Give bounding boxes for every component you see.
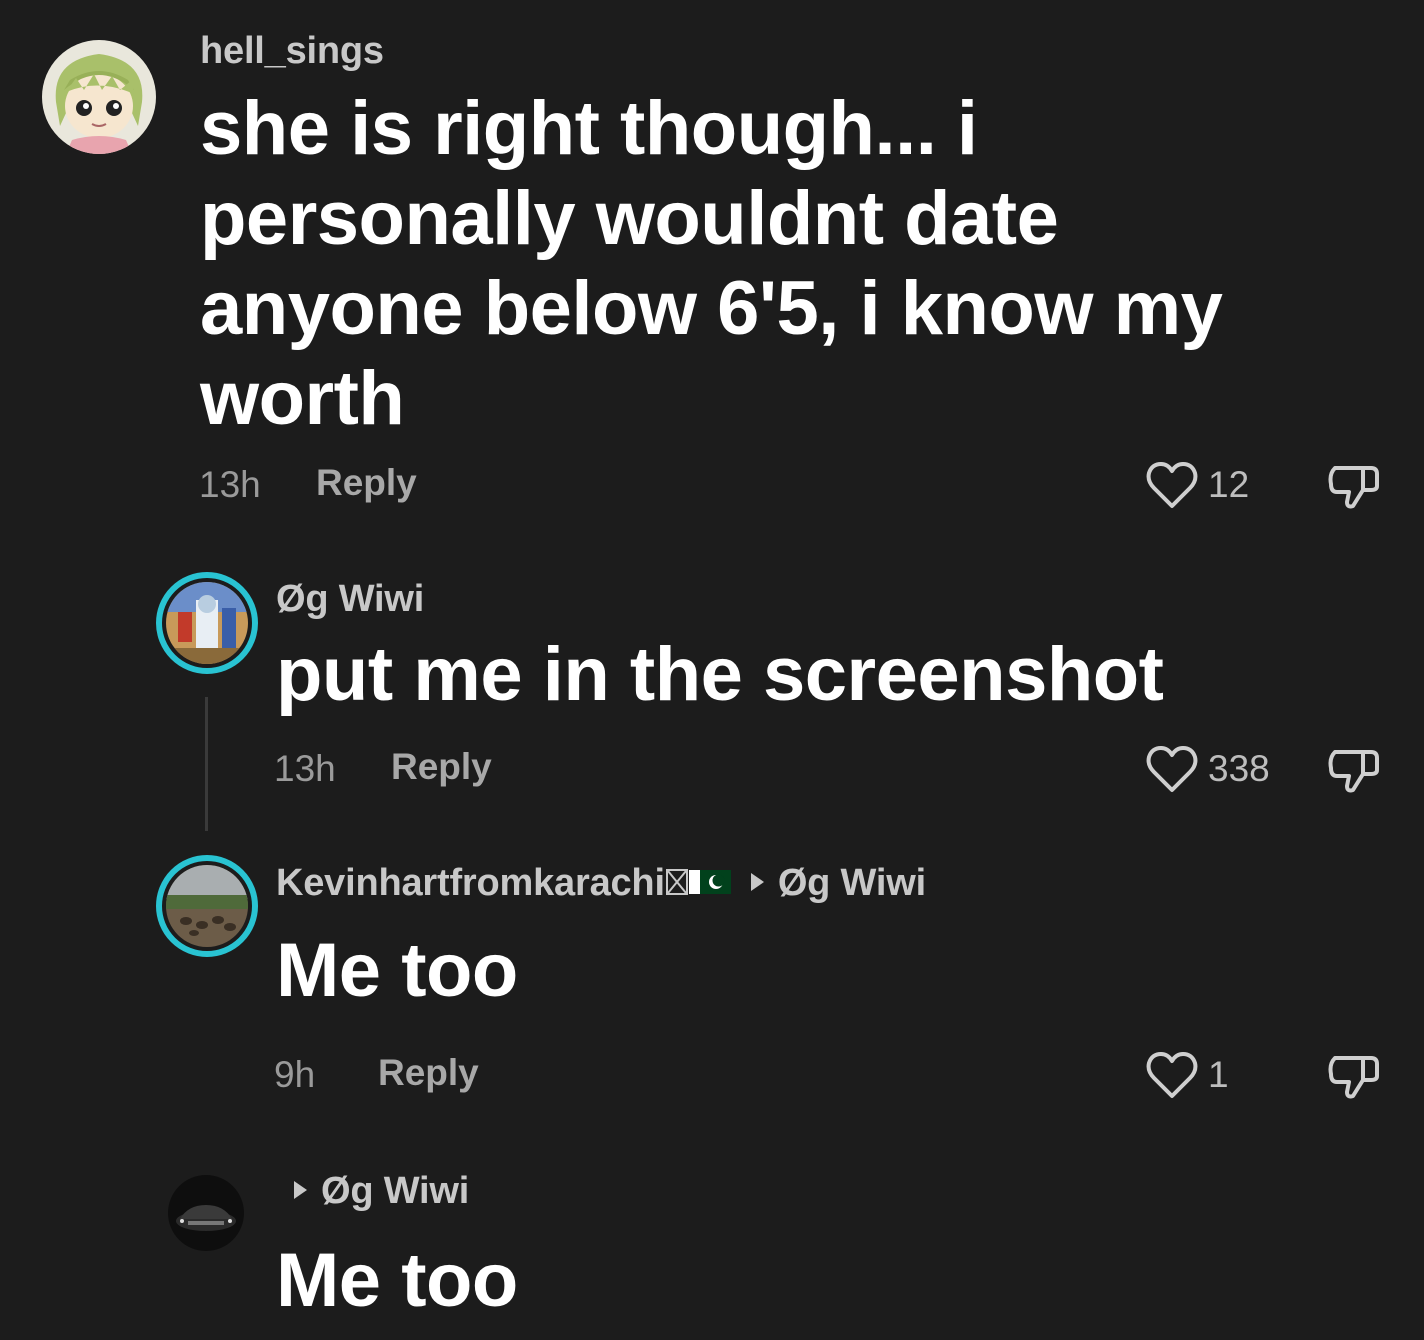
like-count: 338 <box>1208 748 1270 789</box>
reply-target-line: Øg Wiwi <box>276 1170 469 1213</box>
comment-text-line: she is right though... i <box>200 86 978 171</box>
avatar-kevinhart[interactable] <box>156 855 258 957</box>
thumbs-down-icon <box>1328 750 1379 793</box>
timestamp: 13h <box>199 464 261 505</box>
thumbs-down-icon <box>1328 466 1379 509</box>
comment-text: Me too <box>276 1238 518 1323</box>
heart-icon <box>1146 462 1198 508</box>
username-with-reply-target: Kevinhartfromkarachi Øg Wiwi <box>276 862 926 905</box>
like-button[interactable]: 338 <box>1146 744 1270 794</box>
reply-button[interactable]: Reply <box>391 746 492 788</box>
anime-girl-avatar-icon <box>42 40 156 154</box>
thumbs-down-icon <box>1328 1056 1379 1099</box>
reply-button[interactable]: Reply <box>316 462 417 504</box>
comment-text-line: personally wouldnt date <box>200 176 1059 261</box>
username[interactable]: Kevinhartfromkarachi <box>276 862 665 904</box>
like-button[interactable]: 12 <box>1146 460 1249 510</box>
thread-connector-line <box>205 697 208 831</box>
comment-text-line: anyone below 6'5, i know my <box>200 266 1223 351</box>
like-count: 1 <box>1208 1054 1229 1095</box>
like-button[interactable]: 1 <box>1146 1050 1229 1100</box>
heart-icon <box>1146 1052 1198 1098</box>
pakistan-flag-icon <box>688 869 731 894</box>
car-photo-avatar-icon <box>168 1175 244 1251</box>
avatar-hell-sings[interactable] <box>42 40 156 154</box>
photo-avatar-icon <box>166 865 248 947</box>
comment-text: she is right though... i personally woul… <box>200 84 1400 444</box>
dislike-button[interactable] <box>1327 462 1381 517</box>
reply-button[interactable]: Reply <box>378 1052 479 1094</box>
username[interactable]: Øg Wiwi <box>276 578 424 621</box>
comment-text-line: worth <box>200 356 405 441</box>
timestamp: 9h <box>274 1054 316 1095</box>
comment-text: Me too <box>276 928 518 1013</box>
username[interactable]: hell_sings <box>200 30 384 73</box>
reply-arrow-icon <box>750 872 764 891</box>
reply-target-username[interactable]: Øg Wiwi <box>321 1170 469 1212</box>
box-x-icon <box>665 868 688 895</box>
reply-target-username[interactable]: Øg Wiwi <box>778 862 926 904</box>
reply-arrow-icon <box>294 1180 307 1199</box>
comment-text: put me in the screenshot <box>276 632 1164 717</box>
dislike-button[interactable] <box>1327 746 1381 801</box>
photo-avatar-icon <box>166 582 248 664</box>
dislike-button[interactable] <box>1327 1052 1381 1107</box>
avatar-unnamed[interactable] <box>168 1175 244 1251</box>
heart-icon <box>1146 746 1198 792</box>
avatar-og-wiwi[interactable] <box>156 572 258 674</box>
timestamp: 13h <box>274 748 336 789</box>
like-count: 12 <box>1208 464 1250 505</box>
